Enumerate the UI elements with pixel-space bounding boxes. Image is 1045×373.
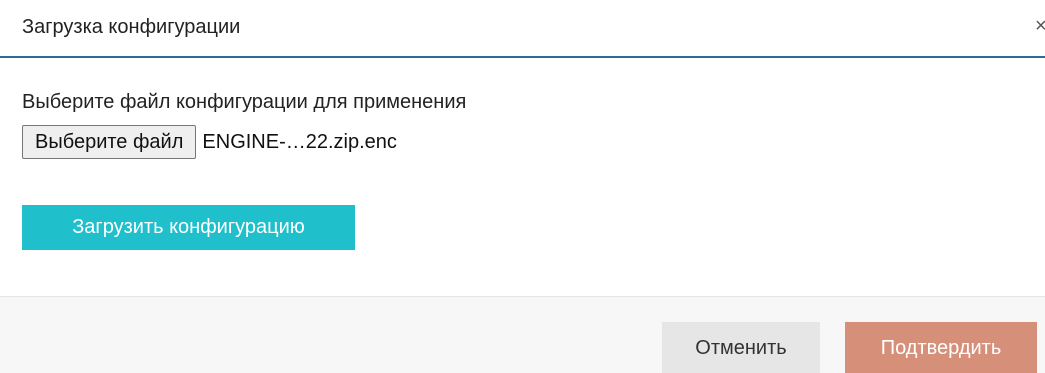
dialog-footer: Отменить Подтвердить [0, 296, 1045, 373]
close-icon[interactable]: × [1035, 15, 1045, 37]
cancel-button[interactable]: Отменить [662, 322, 820, 373]
dialog-body: Выберите файл конфигурации для применени… [0, 58, 1045, 296]
file-picker: Выберите файл ENGINE-…22.zip.enc [22, 125, 397, 159]
file-prompt-label: Выберите файл конфигурации для применени… [22, 91, 467, 113]
choose-file-button[interactable]: Выберите файл [22, 125, 197, 159]
upload-config-button[interactable]: Загрузить конфигурацию [22, 205, 355, 250]
dialog-header: Загрузка конфигурации × [0, 0, 1045, 58]
selected-file-name: ENGINE-…22.zip.enc [202, 130, 397, 153]
dialog-title: Загрузка конфигурации [22, 16, 241, 38]
config-upload-dialog: Загрузка конфигурации × Выберите файл ко… [0, 0, 1045, 373]
confirm-button[interactable]: Подтвердить [845, 322, 1037, 373]
